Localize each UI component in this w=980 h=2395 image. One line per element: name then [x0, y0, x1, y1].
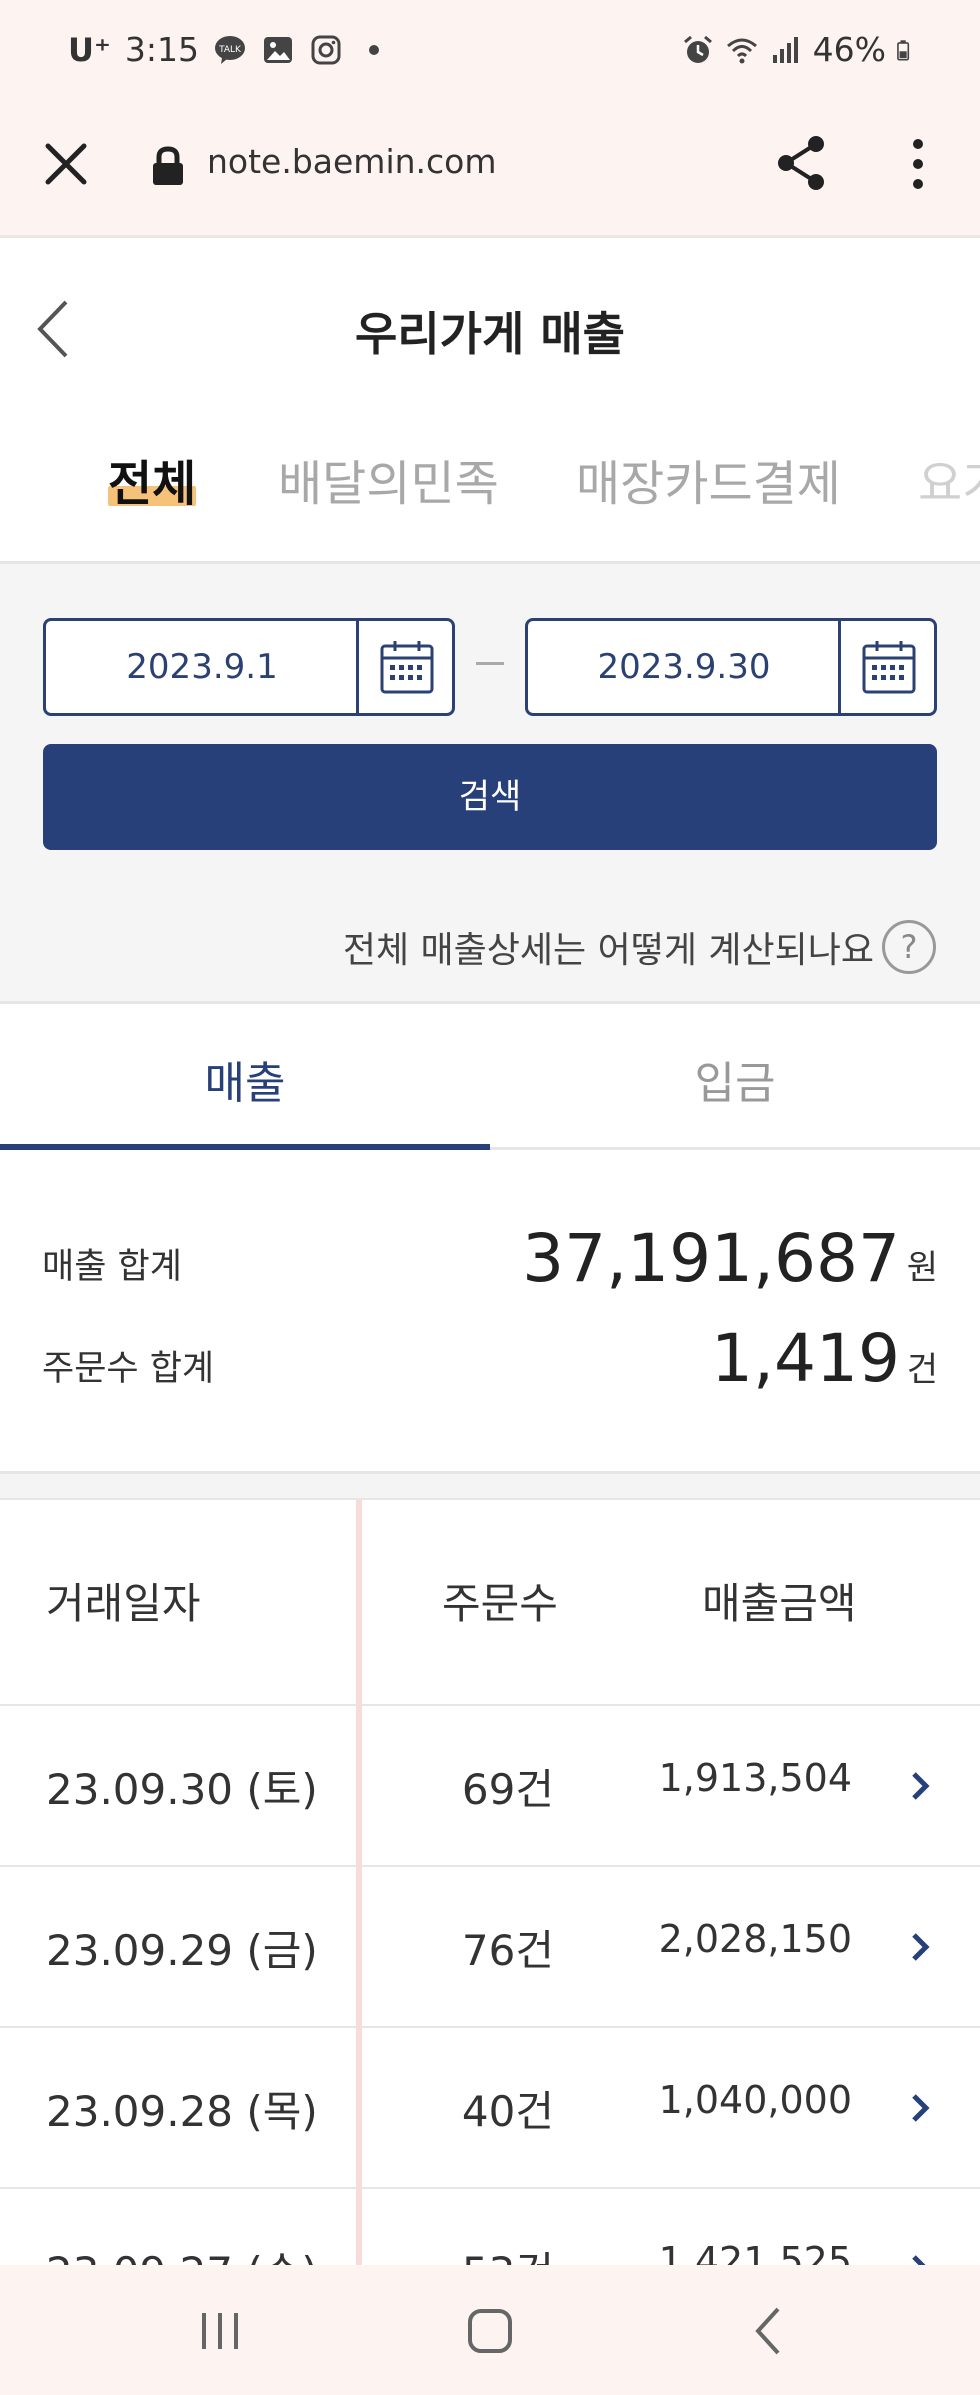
home-icon[interactable] [460, 2303, 520, 2359]
status-left: U⁺ 3:15 TALK [68, 30, 391, 69]
kakaotalk-icon: TALK [214, 35, 245, 64]
calendar-icon [862, 641, 916, 694]
sales-deposit-tabs: 매출 입금 [0, 1004, 980, 1150]
table-header: 거래일자 주문수 매출금액 [0, 1500, 980, 1706]
recent-apps-icon[interactable] [190, 2303, 250, 2359]
help-text: 전체 매출상세는 어떻게 계산되나요 [342, 930, 874, 971]
tab-yogiyo[interactable]: 요기 [918, 444, 980, 514]
carrier-label: U⁺ [68, 30, 111, 69]
start-date-value: 2023.9.1 [126, 647, 278, 687]
close-icon[interactable] [40, 138, 92, 190]
row-date: 23.09.29 (금) [46, 1926, 318, 1975]
start-date-calendar-button[interactable] [356, 621, 452, 713]
chevron-right-icon[interactable] [906, 2088, 934, 2128]
header-count: 주문수 [442, 1579, 558, 1628]
section-gap [0, 1474, 980, 1500]
end-date-value: 2023.9.30 [597, 647, 771, 687]
alarm-icon [683, 35, 712, 63]
sales-total-unit: 원 [906, 1248, 938, 1288]
row-amount: 1,913,504 [658, 1756, 852, 1800]
end-date-calendar-button[interactable] [838, 621, 934, 713]
table-row[interactable]: 23.09.30 (토) 69건 1,913,504 [0, 1706, 980, 1867]
tab-deposit[interactable]: 입금 [490, 1004, 980, 1150]
signal-icon [772, 36, 798, 63]
gallery-icon [263, 36, 292, 63]
calendar-icon [380, 641, 434, 694]
chevron-right-icon[interactable] [906, 1927, 934, 1967]
wifi-icon [726, 38, 757, 63]
search-button[interactable]: 검색 [43, 744, 937, 850]
row-count: 76건 [461, 1926, 554, 1975]
tab-all[interactable]: 전체 [108, 444, 196, 514]
page-title: 우리가게 매출 [355, 307, 625, 361]
header-amount: 매출금액 [702, 1579, 857, 1628]
status-bar: U⁺ 3:15 TALK 46% [0, 0, 980, 104]
row-date: 23.09.28 (목) [46, 2087, 318, 2136]
tab-baemin[interactable]: 배달의민족 [278, 444, 499, 514]
daily-sales-table: 거래일자 주문수 매출금액 23.09.30 (토) 69건 1,913,504… [0, 1500, 980, 2265]
row-date: 23.09.30 (토) [46, 1765, 318, 1814]
help-link[interactable]: 전체 매출상세는 어떻게 계산되나요 ? [343, 920, 936, 974]
question-icon[interactable]: ? [882, 920, 936, 974]
share-icon[interactable] [772, 132, 830, 194]
sales-total-value: 37,191,687 [522, 1220, 900, 1297]
row-count: 40건 [461, 2087, 554, 2136]
row-amount: 1,040,000 [658, 2078, 852, 2122]
svg-text:TALK: TALK [218, 45, 242, 55]
table-row[interactable]: 23.09.28 (목) 40건 1,040,000 [0, 2028, 980, 2189]
more-vertical-icon[interactable] [898, 134, 938, 194]
date-filter: 2023.9.1 2023.9.30 검색 전체 매출상세는 어떻게 계산되나요… [0, 564, 980, 1004]
row-count: 53건 [400, 2239, 554, 2265]
lock-icon [153, 146, 183, 185]
tab-store-card[interactable]: 매장카드결제 [576, 444, 841, 514]
chevron-right-icon[interactable] [906, 2249, 934, 2265]
battery-icon [897, 39, 910, 61]
row-count: 69건 [461, 1765, 554, 1814]
address-bar-url[interactable]: note.baemin.com [207, 142, 497, 181]
sales-total-label: 매출 합계 [42, 1247, 182, 1287]
orders-total-value: 1,419 [711, 1320, 900, 1397]
row-amount: 1,421,525 [658, 2239, 852, 2265]
chevron-right-icon[interactable] [906, 1766, 934, 1806]
date-range-separator [476, 662, 504, 665]
start-date-field[interactable]: 2023.9.1 [43, 618, 455, 716]
clock: 3:15 [124, 30, 199, 69]
row-amount: 2,028,150 [658, 1917, 852, 1961]
table-row[interactable]: 23.09.27 (수) 53건 1,421,525 [0, 2189, 980, 2265]
browser-toolbar: note.baemin.com [0, 104, 980, 238]
dot-icon [368, 44, 379, 55]
battery-percent: 46% [812, 30, 886, 69]
column-divider [356, 1500, 362, 2265]
system-navigation-bar [0, 2265, 980, 2395]
header-date: 거래일자 [46, 1579, 201, 1628]
back-icon[interactable] [740, 2303, 800, 2359]
end-date-field[interactable]: 2023.9.30 [525, 618, 937, 716]
tab-sales[interactable]: 매출 [0, 1004, 490, 1150]
status-right: 46% [681, 30, 918, 69]
table-row[interactable]: 23.09.29 (금) 76건 2,028,150 [0, 1867, 980, 2028]
row-date: 23.09.27 (수) [46, 2239, 318, 2265]
orders-total-label: 주문수 합계 [42, 1349, 215, 1389]
orders-total-unit: 건 [906, 1350, 938, 1390]
category-tabs: 전체 배달의민족 매장카드결제 요기 [0, 414, 980, 564]
page-header: 우리가게 매출 [0, 238, 980, 414]
sales-summary: 매출 합계 37,191,687 원 주문수 합계 1,419 건 [0, 1150, 980, 1474]
instagram-icon [311, 35, 341, 64]
